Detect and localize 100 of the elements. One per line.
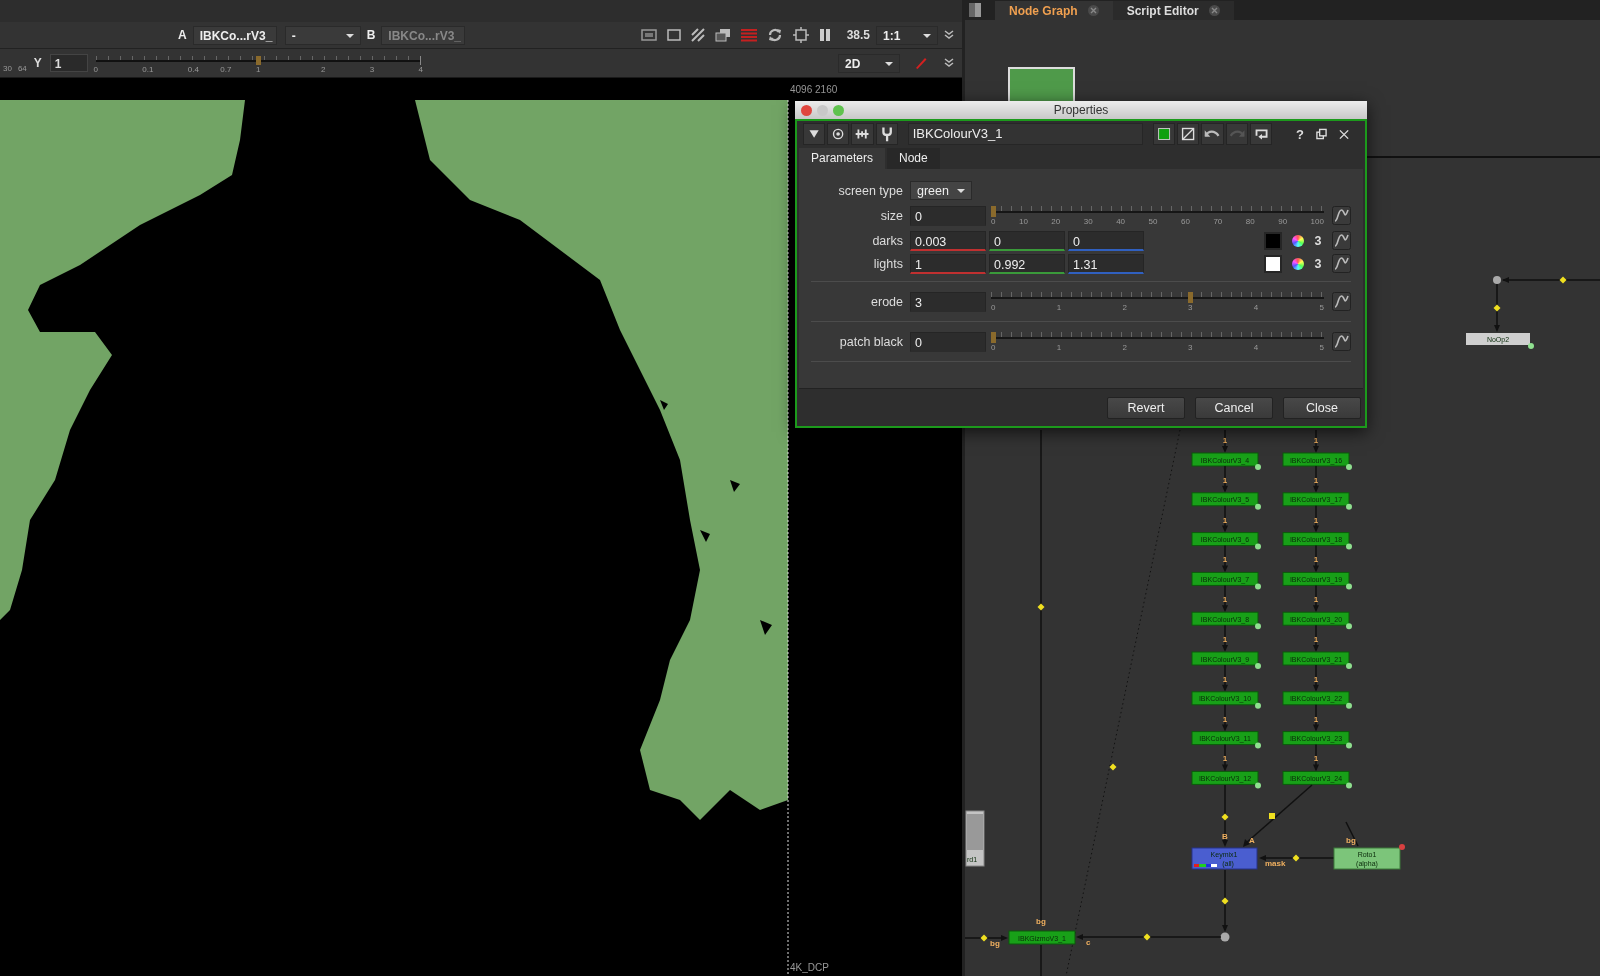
curve-icon[interactable] xyxy=(1332,254,1351,273)
pen-icon[interactable] xyxy=(914,56,928,70)
node-color-button[interactable] xyxy=(1153,123,1176,145)
help-button[interactable]: ? xyxy=(1296,126,1304,142)
slider-thumb[interactable] xyxy=(991,331,996,343)
close-icon[interactable] xyxy=(1208,5,1220,16)
value-field[interactable]: 3 xyxy=(910,291,986,312)
sliders-icon[interactable] xyxy=(851,123,874,145)
output-dot[interactable] xyxy=(1255,464,1261,470)
value-field[interactable]: 0 xyxy=(1068,230,1144,251)
color-swatch[interactable] xyxy=(1264,254,1282,273)
pause-icon[interactable] xyxy=(818,28,831,42)
collapse-icon[interactable] xyxy=(803,123,826,145)
panel-tab[interactable]: Script Editor xyxy=(1112,1,1234,20)
output-dot[interactable] xyxy=(1255,742,1261,749)
knob-label: erode xyxy=(870,294,903,309)
output-dot[interactable] xyxy=(1346,702,1352,709)
input-dropdown[interactable]: IBKCo...rV3_ xyxy=(192,25,277,45)
dialog-button[interactable]: Close xyxy=(1283,396,1361,419)
close-icon[interactable] xyxy=(1087,5,1099,16)
value-field[interactable]: 1 xyxy=(910,253,986,274)
color-swatch[interactable] xyxy=(1264,231,1282,250)
tick-label: 4 xyxy=(418,65,424,74)
output-dot[interactable] xyxy=(1255,583,1261,590)
tick-label: 1 xyxy=(1056,302,1062,312)
output-dot[interactable] xyxy=(1346,503,1352,510)
input-label: 1 xyxy=(1222,515,1228,525)
view-mode-dropdown[interactable]: 2D xyxy=(838,53,900,73)
slider-thumb[interactable] xyxy=(1187,291,1193,303)
chevron-icon[interactable] xyxy=(944,58,954,68)
value-field[interactable]: 0.992 xyxy=(989,253,1065,274)
output-dot[interactable] xyxy=(1255,702,1261,709)
channel-count[interactable]: 3 xyxy=(1310,256,1326,271)
hatch-icon[interactable] xyxy=(690,28,705,42)
connector-arrow xyxy=(1313,743,1319,772)
output-dot[interactable] xyxy=(1255,543,1261,550)
wrench-icon[interactable] xyxy=(875,123,898,145)
scale-dropdown[interactable]: 1:1 xyxy=(876,25,938,45)
tick-label: 4 xyxy=(1253,342,1259,352)
output-dot[interactable] xyxy=(1346,782,1352,789)
connector-arrow xyxy=(1222,704,1228,732)
loop-icon[interactable] xyxy=(1249,123,1272,145)
value-field[interactable]: 0 xyxy=(910,331,986,352)
output-dot[interactable] xyxy=(1255,503,1261,510)
input-label: 1 xyxy=(1313,475,1319,485)
screen-type-dropdown[interactable]: green xyxy=(910,181,972,200)
undo-icon[interactable] xyxy=(1201,123,1224,145)
value-field[interactable]: 1.31 xyxy=(1068,253,1144,274)
connector-dot[interactable] xyxy=(1493,276,1501,284)
slider-thumb[interactable] xyxy=(991,205,996,217)
connector-dot[interactable] xyxy=(1220,932,1230,942)
tab[interactable]: Node xyxy=(887,148,940,169)
connector-arrow xyxy=(1222,544,1228,573)
color-wheel-icon[interactable] xyxy=(1292,234,1304,247)
refresh-icon[interactable] xyxy=(766,27,783,43)
view-icon[interactable] xyxy=(827,123,850,145)
connector-arrow xyxy=(1243,784,1313,847)
target-icon[interactable] xyxy=(792,27,809,43)
output-dot[interactable] xyxy=(1346,543,1352,550)
color-wheel-icon[interactable] xyxy=(1292,257,1304,270)
close-button[interactable] xyxy=(801,104,812,116)
output-dot[interactable] xyxy=(1528,343,1534,349)
split-square-icon[interactable] xyxy=(1177,123,1200,145)
connector-arrow xyxy=(1313,505,1319,533)
close-icon[interactable] xyxy=(1338,128,1350,140)
panel-tab[interactable]: Node Graph xyxy=(995,1,1113,20)
operation-dropdown[interactable]: - xyxy=(284,25,361,45)
output-dot[interactable] xyxy=(1346,663,1352,669)
output-dot[interactable] xyxy=(1255,623,1261,630)
curve-icon[interactable] xyxy=(1332,292,1351,311)
slider-thumb[interactable] xyxy=(255,56,261,65)
zoom-value[interactable]: 38.5 xyxy=(846,28,870,42)
output-dot[interactable] xyxy=(1346,623,1352,630)
channel-count[interactable]: 3 xyxy=(1310,233,1326,248)
tab[interactable]: Parameters xyxy=(799,148,886,169)
chevron-icon[interactable] xyxy=(944,30,954,40)
format-label: 4K_DCP xyxy=(790,962,829,973)
input-label: 1 xyxy=(1222,555,1228,565)
curve-icon[interactable] xyxy=(1332,332,1351,351)
value-field[interactable]: 0 xyxy=(989,230,1065,251)
output-dot[interactable] xyxy=(1255,663,1261,669)
output-dot[interactable] xyxy=(1346,464,1352,470)
square-icon[interactable] xyxy=(666,29,681,41)
dialog-button[interactable]: Revert xyxy=(1107,396,1185,419)
connector-arrow xyxy=(1222,869,1228,932)
curve-icon[interactable] xyxy=(1332,206,1351,225)
slider-track[interactable] xyxy=(95,56,421,65)
output-dot[interactable] xyxy=(1346,742,1352,749)
connector-arrow xyxy=(1313,664,1319,692)
output-dot[interactable] xyxy=(1255,782,1261,789)
gamma-field[interactable]: 1 xyxy=(49,54,88,72)
overlay-icon[interactable] xyxy=(714,28,731,42)
float-icon[interactable] xyxy=(1315,128,1327,140)
output-dot[interactable] xyxy=(1346,583,1352,590)
dialog-button[interactable]: Cancel xyxy=(1195,396,1273,419)
value-field[interactable]: 0 xyxy=(910,205,986,226)
node-name-field[interactable]: IBKColourV3_1 xyxy=(907,123,1144,145)
curve-icon[interactable] xyxy=(1332,231,1351,250)
value-field[interactable]: 0.003 xyxy=(910,230,986,251)
frame-icon[interactable] xyxy=(640,29,657,41)
